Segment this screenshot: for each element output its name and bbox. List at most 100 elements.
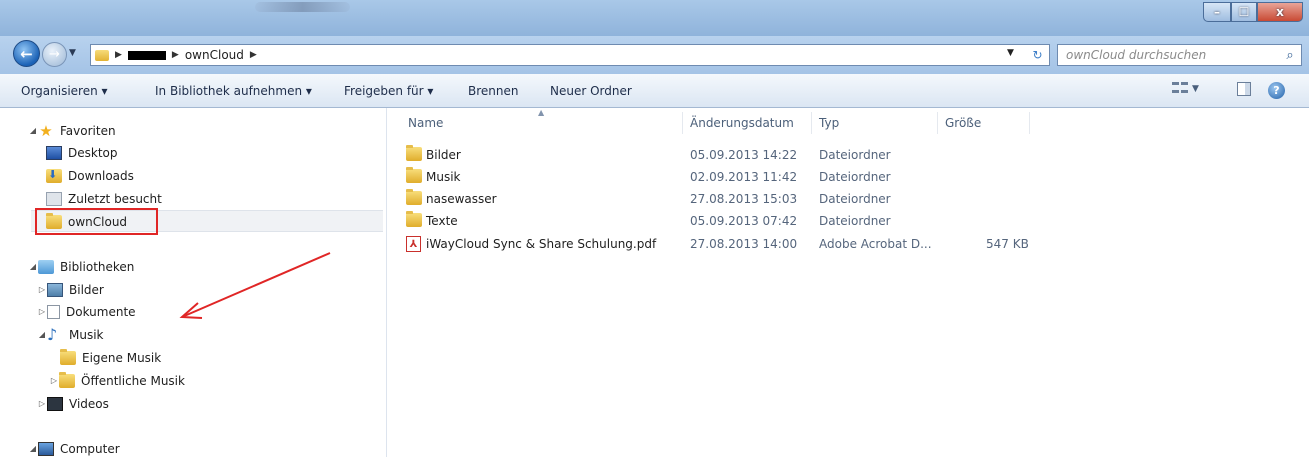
nav-label: Musik [69,327,104,342]
nav-my-music[interactable]: Eigene Musik [60,347,161,368]
nav-label: Favoriten [60,123,116,138]
breadcrumb-separator-icon[interactable]: ▶ [250,50,257,60]
back-button[interactable]: ← [13,40,40,67]
burn-button[interactable]: Brennen [468,84,518,98]
downloads-icon [46,168,62,183]
minimize-button[interactable]: – [1203,2,1231,22]
nav-lib-videos[interactable]: ▷ Videos [37,393,109,414]
file-type: Adobe Acrobat D... [819,237,932,251]
file-name: Texte [426,214,458,228]
nav-label: Videos [69,396,109,411]
nav-label: Bilder [69,282,104,297]
file-row[interactable]: nasewasser 27.08.2013 15:03 Dateiordner [388,188,1309,210]
expand-arrow-icon[interactable]: ▷ [37,307,47,316]
title-bar: – ☐ x [0,0,1309,36]
column-header-date[interactable]: Änderungsdatum [690,116,794,130]
nav-public-music[interactable]: ▷ Öffentliche Musik [49,370,185,391]
redacted-username[interactable] [127,50,166,60]
organize-button[interactable]: Organisieren ▾ [21,84,108,98]
file-row[interactable]: Bilder 05.09.2013 14:22 Dateiordner [388,144,1309,166]
breadcrumb-owncloud[interactable]: ownCloud [185,48,244,62]
file-row[interactable]: ⅄ iWayCloud Sync & Share Schulung.pdf 27… [388,233,1309,255]
view-dropdown-icon[interactable]: ▼ [1192,84,1199,94]
add-to-library-button[interactable]: In Bibliothek aufnehmen ▾ [155,84,312,98]
collapse-arrow-icon[interactable]: ◢ [28,444,38,453]
nav-downloads[interactable]: Downloads [46,165,134,186]
column-divider[interactable] [1029,112,1030,134]
nav-lib-music[interactable]: ◢ ♪ Musik [37,324,104,345]
view-icon[interactable] [1172,82,1188,96]
pdf-icon: ⅄ [406,236,421,252]
expand-arrow-icon[interactable]: ▷ [49,376,59,385]
nav-lib-pictures[interactable]: ▷ Bilder [37,279,104,300]
nav-label: Öffentliche Musik [81,373,185,388]
column-header-name[interactable]: Name [408,116,443,130]
folder-icon [59,371,75,388]
help-icon[interactable]: ? [1268,82,1285,99]
expand-arrow-icon[interactable]: ▷ [37,285,47,294]
column-divider[interactable] [682,112,683,134]
file-name: iWayCloud Sync & Share Schulung.pdf [426,237,657,251]
nav-label: Computer [60,441,120,456]
collapse-arrow-icon[interactable]: ◢ [37,330,47,339]
nav-label: Zuletzt besucht [68,191,162,206]
maximize-button[interactable]: ☐ [1231,2,1257,22]
computer-icon [38,441,54,456]
folder-icon [406,189,422,205]
file-row[interactable]: Texte 05.09.2013 07:42 Dateiordner [388,210,1309,232]
nav-label: Bibliotheken [60,259,135,274]
close-button[interactable]: x [1257,2,1303,22]
forward-button[interactable]: → [42,42,67,67]
annotation-highlight-box [35,208,158,235]
share-with-button[interactable]: Freigeben für ▾ [344,84,433,98]
collapse-arrow-icon[interactable]: ◢ [28,262,38,271]
folder-icon [60,348,76,365]
expand-arrow-icon[interactable]: ▷ [37,399,47,408]
nav-recent[interactable]: Zuletzt besucht [46,188,162,209]
nav-lib-documents[interactable]: ▷ Dokumente [37,301,136,322]
file-size: 547 KB [986,237,1029,251]
file-date: 05.09.2013 14:22 [690,148,798,162]
nav-label: Eigene Musik [82,350,162,365]
desktop-icon [46,145,62,160]
new-folder-button[interactable]: Neuer Ordner [550,84,632,98]
nav-label: Dokumente [66,304,136,319]
nav-libraries[interactable]: ◢ Bibliotheken [28,256,134,277]
navigation-pane: ◢ ★ Favoriten Desktop Downloads Zuletzt … [0,108,387,457]
window-controls: – ☐ x [1203,2,1303,22]
preview-pane-icon[interactable] [1237,82,1251,96]
file-date: 27.08.2013 15:03 [690,192,798,206]
column-divider[interactable] [811,112,812,134]
search-input[interactable]: ownCloud durchsuchen ⌕ [1057,44,1302,66]
column-divider[interactable] [937,112,938,134]
nav-computer[interactable]: ◢ Computer [28,438,120,457]
collapse-arrow-icon[interactable]: ◢ [28,126,38,135]
nav-favorites[interactable]: ◢ ★ Favoriten [28,120,116,141]
history-dropdown-icon[interactable]: ▼ [69,48,76,58]
file-row[interactable]: Musik 02.09.2013 11:42 Dateiordner [388,166,1309,188]
nav-desktop[interactable]: Desktop [46,142,118,163]
column-header-type[interactable]: Typ [819,116,839,130]
folder-icon [406,145,422,161]
address-row: ← → ▼ ▶ ▶ ownCloud ▶ ▼ ↻ ownCloud durchs… [0,36,1309,74]
file-name: Bilder [426,148,461,162]
address-dropdown-icon[interactable]: ▼ [1007,48,1014,58]
file-list: ▲ Name Änderungsdatum Typ Größe Bilder 0… [388,108,1309,457]
breadcrumb-separator-icon[interactable]: ▶ [172,50,179,60]
search-placeholder: ownCloud durchsuchen [1066,48,1207,62]
refresh-icon[interactable]: ↻ [1026,44,1050,66]
annotation-arrow-icon [179,252,331,319]
breadcrumb-separator-icon[interactable]: ▶ [115,50,122,60]
column-header-size[interactable]: Größe [945,116,981,130]
search-icon[interactable]: ⌕ [1279,48,1301,63]
file-date: 27.08.2013 14:00 [690,237,798,251]
sort-ascending-icon: ▲ [538,108,545,117]
folder-icon [95,49,109,61]
breadcrumb: ▶ ▶ ownCloud ▶ [95,48,257,62]
command-bar: Organisieren ▾ In Bibliothek aufnehmen ▾… [0,74,1309,108]
file-date: 05.09.2013 07:42 [690,214,798,228]
folder-icon [406,211,422,227]
videos-icon [47,396,63,411]
address-bar[interactable]: ▶ ▶ ownCloud ▶ [90,44,1040,66]
nav-label: Downloads [68,168,134,183]
